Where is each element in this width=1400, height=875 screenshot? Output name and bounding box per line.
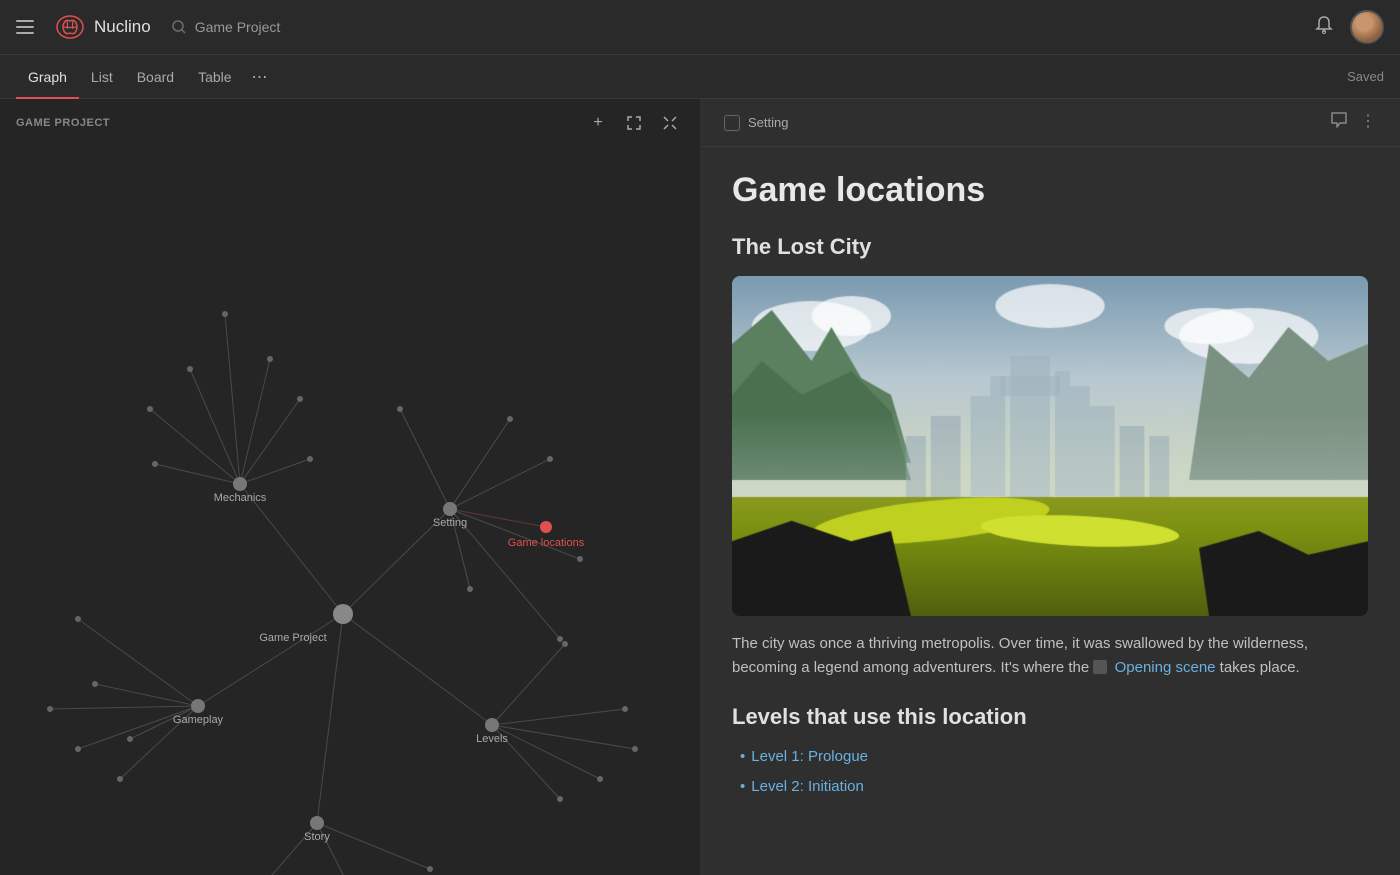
level-list-item-1[interactable]: Level 1: Prologue [740, 742, 1368, 772]
collapse-icon [663, 116, 677, 130]
comment-button[interactable] [1330, 111, 1348, 134]
graph-panel: GAME PROJECT + [0, 99, 700, 875]
levels-list: Level 1: Prologue Level 2: Initiation [732, 742, 1368, 802]
graph-visualization: Game Project Mechanics Setting Game loca… [0, 99, 700, 875]
opening-scene-link-icon [1093, 660, 1107, 674]
svg-text:Levels: Levels [476, 733, 508, 745]
graph-project-label: GAME PROJECT [16, 117, 110, 129]
topbar: Nuclino Game Project [0, 0, 1400, 55]
main-layout: GAME PROJECT + [0, 99, 1400, 875]
doc-header-actions: ⋮ [1330, 111, 1376, 134]
doc-more-button[interactable]: ⋮ [1360, 111, 1376, 134]
topbar-right [1314, 10, 1384, 44]
svg-text:Setting: Setting [433, 517, 467, 529]
tab-board[interactable]: Board [125, 55, 186, 99]
menu-button[interactable] [16, 15, 40, 39]
svg-text:Mechanics: Mechanics [214, 492, 267, 504]
city-image [732, 276, 1368, 616]
svg-text:Game Project: Game Project [259, 632, 326, 644]
app-name: Nuclino [94, 17, 151, 37]
comment-icon [1330, 111, 1348, 129]
section1-heading: The Lost City [732, 234, 1368, 260]
doc-header: Setting ⋮ [700, 99, 1400, 147]
tabbar: Graph List Board Table ⋯ Saved [0, 55, 1400, 99]
brain-icon [54, 11, 86, 43]
doc-content: Game locations The Lost City The city wa… [700, 147, 1400, 826]
search-text: Game Project [195, 19, 281, 35]
search-icon [171, 19, 187, 35]
tab-table[interactable]: Table [186, 55, 243, 99]
avatar[interactable] [1350, 10, 1384, 44]
tab-graph[interactable]: Graph [16, 55, 79, 99]
graph-actions: + [584, 109, 684, 137]
add-node-button[interactable]: + [584, 109, 612, 137]
opening-scene-link[interactable]: Opening scene [1115, 659, 1216, 676]
doc-title: Game locations [732, 171, 1368, 210]
collapse-button[interactable] [656, 109, 684, 137]
graph-toolbar: GAME PROJECT + [0, 99, 700, 147]
level-list-item-2[interactable]: Level 2: Initiation [740, 772, 1368, 802]
expand-button[interactable] [620, 109, 648, 137]
saved-label: Saved [1347, 69, 1384, 84]
svg-text:Gameplay: Gameplay [173, 714, 224, 726]
tab-list[interactable]: List [79, 55, 125, 99]
bell-icon [1314, 15, 1334, 35]
notifications-button[interactable] [1314, 15, 1334, 40]
setting-checkbox[interactable] [724, 115, 740, 131]
search-area[interactable]: Game Project [171, 19, 281, 35]
svg-text:Story: Story [304, 831, 330, 843]
city-description: The city was once a thriving metropolis.… [732, 632, 1368, 680]
section2-heading: Levels that use this location [732, 704, 1368, 730]
logo[interactable]: Nuclino [54, 11, 151, 43]
more-tabs-button[interactable]: ⋯ [244, 67, 276, 87]
breadcrumb-setting: Setting [748, 115, 788, 130]
doc-panel: Setting ⋮ Game locations The Lost City T… [700, 99, 1400, 875]
svg-text:Game locations: Game locations [508, 537, 585, 549]
expand-icon [627, 116, 641, 130]
